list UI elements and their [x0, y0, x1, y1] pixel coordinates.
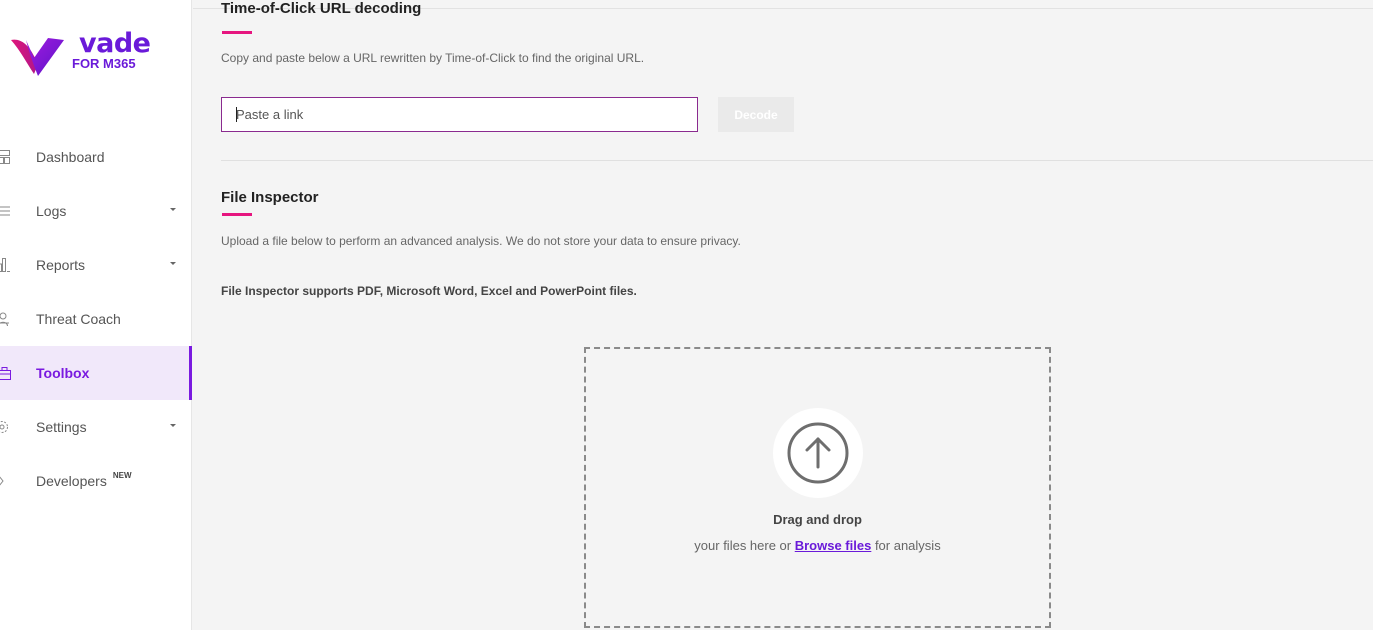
chevron-down-icon: [170, 424, 176, 427]
file-support-note: File Inspector supports PDF, Microsoft W…: [221, 284, 637, 298]
drag-drop-subtitle: your files here or Browse files for anal…: [586, 538, 1049, 553]
main-content: Time-of-Click URL decoding Copy and past…: [193, 0, 1373, 630]
decode-button[interactable]: Decode: [718, 97, 794, 132]
sidebar-item-dashboard[interactable]: Dashboard: [0, 130, 192, 184]
file-inspector-title-underline: [222, 213, 252, 216]
upload-icon[interactable]: [773, 408, 863, 498]
sidebar-item-label: Settings: [36, 419, 87, 435]
text-cursor: [236, 107, 237, 122]
sidebar: vade FOR M365 Dashboard Logs Reports Thr…: [0, 0, 192, 630]
vade-logo-mark-icon: [11, 38, 64, 76]
code-icon: [0, 473, 12, 489]
sidebar-item-label: Reports: [36, 257, 86, 273]
drag-drop-title: Drag and drop: [773, 512, 862, 527]
sidebar-item-label: Toolbox: [36, 365, 90, 381]
toc-title-underline: [222, 31, 252, 34]
toc-description: Copy and paste below a URL rewritten by …: [221, 51, 645, 65]
sidebar-item-reports[interactable]: Reports: [0, 238, 192, 292]
brand-name: vade: [79, 28, 151, 59]
file-inspector-title: File Inspector: [221, 189, 319, 206]
dashboard-icon: [0, 149, 12, 165]
chevron-down-icon: [170, 208, 176, 211]
paste-link-input[interactable]: [221, 97, 698, 132]
brand-product: FOR M365: [72, 56, 136, 71]
list-icon: [0, 203, 12, 219]
sidebar-item-label: Developers: [36, 473, 107, 489]
chevron-down-icon: [170, 262, 176, 265]
bar-chart-icon: [0, 257, 12, 273]
vade-logo[interactable]: vade FOR M365: [8, 30, 151, 78]
toc-section-title: Time-of-Click URL decoding: [221, 0, 422, 17]
file-dropzone[interactable]: Drag and drop your files here or Browse …: [584, 347, 1051, 628]
sidebar-item-label: Logs: [36, 203, 67, 219]
user-coach-icon: [0, 311, 12, 327]
drag-suffix-text: for analysis: [871, 538, 941, 553]
file-inspector-description: Upload a file below to perform an advanc…: [221, 234, 741, 248]
new-badge: NEW: [112, 470, 132, 480]
gear-icon: [0, 419, 12, 435]
section-divider: [221, 160, 1373, 161]
sidebar-item-logs[interactable]: Logs: [0, 184, 192, 238]
sidebar-item-label: Dashboard: [36, 149, 105, 165]
sidebar-item-settings[interactable]: Settings: [0, 400, 192, 454]
drag-prefix-text: your files here or: [694, 538, 795, 553]
browse-files-link[interactable]: Browse files: [795, 538, 872, 553]
sidebar-item-toolbox[interactable]: Toolbox: [0, 346, 192, 400]
toolbox-icon: [0, 365, 12, 381]
sidebar-nav: Dashboard Logs Reports Threat Coach Tool…: [0, 130, 192, 508]
sidebar-item-threat-coach[interactable]: Threat Coach: [0, 292, 192, 346]
sidebar-item-label: Threat Coach: [36, 311, 121, 327]
sidebar-item-developers[interactable]: Developers NEW: [0, 454, 192, 508]
